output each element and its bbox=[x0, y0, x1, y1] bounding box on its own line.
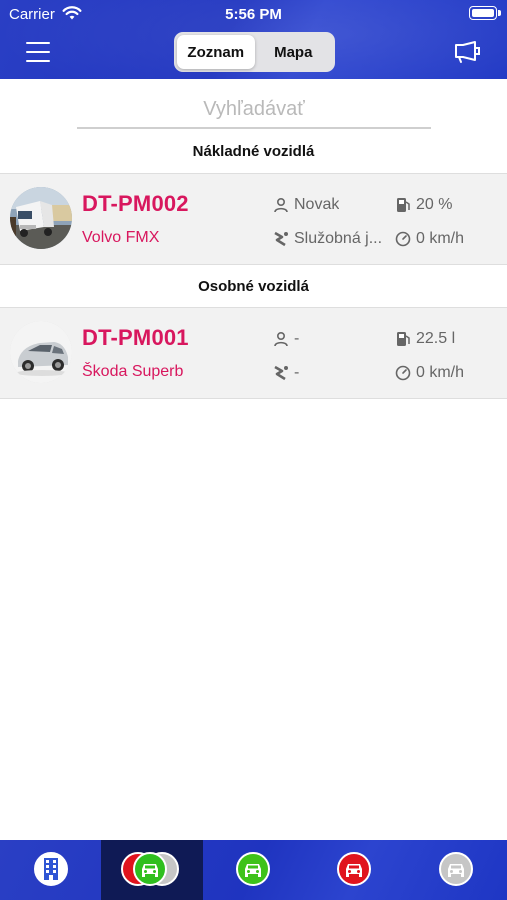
section-title-trucks: Nákladné vozidlá bbox=[192, 143, 315, 160]
vehicle-plate: DT-PM001 bbox=[82, 325, 189, 350]
segment-map[interactable]: Mapa bbox=[255, 35, 333, 69]
tab-offline-vehicles[interactable] bbox=[406, 840, 507, 900]
hamburger-icon bbox=[26, 42, 50, 44]
car-icon bbox=[337, 852, 372, 886]
person-icon bbox=[274, 197, 288, 213]
route-icon bbox=[274, 231, 288, 247]
fuel-level: 20 % bbox=[416, 196, 453, 213]
building-icon bbox=[34, 852, 68, 886]
driver-info: - bbox=[273, 330, 383, 348]
speed-value: 0 km/h bbox=[416, 364, 465, 381]
view-switch: Zoznam Mapa bbox=[174, 32, 335, 72]
car-icon bbox=[235, 852, 270, 886]
person-icon bbox=[274, 331, 288, 347]
driver-info: Novak bbox=[273, 196, 383, 214]
trip-info: Služobná j... bbox=[273, 230, 385, 248]
battery-icon bbox=[469, 6, 501, 20]
segment-list[interactable]: Zoznam bbox=[177, 35, 255, 69]
megaphone-icon[interactable] bbox=[453, 40, 481, 64]
status-time: 5:56 PM bbox=[225, 6, 282, 23]
tab-stopped-vehicles[interactable] bbox=[304, 840, 405, 900]
vehicle-model: Volvo FMX bbox=[82, 229, 160, 246]
car-icon bbox=[438, 852, 473, 886]
status-bar: Carrier 5:56 PM bbox=[0, 0, 507, 28]
car-photo bbox=[10, 321, 72, 383]
search-input[interactable] bbox=[77, 91, 431, 129]
speedometer-icon bbox=[395, 231, 411, 247]
bottom-tab-bar bbox=[0, 840, 507, 900]
driver-name: Novak bbox=[294, 196, 340, 213]
menu-button[interactable] bbox=[26, 42, 50, 62]
trip-type: Služobná j... bbox=[294, 230, 383, 247]
vehicle-plate: DT-PM002 bbox=[82, 191, 189, 216]
driver-name: - bbox=[294, 330, 300, 347]
vehicle-row[interactable]: DT-PM002 Volvo FMX Novak Služobná j... 2… bbox=[0, 173, 507, 265]
trip-info: - bbox=[273, 364, 385, 382]
route-icon bbox=[274, 365, 288, 381]
speed-value: 0 km/h bbox=[416, 230, 465, 247]
section-title-cars: Osobné vozidlá bbox=[198, 278, 309, 295]
tab-moving-vehicles[interactable] bbox=[203, 840, 304, 900]
vehicle-row[interactable]: DT-PM001 Škoda Superb - - 22.5 l 0 km/h bbox=[0, 307, 507, 399]
tab-all-vehicles[interactable] bbox=[101, 840, 203, 900]
header-bar: Carrier 5:56 PM Zoznam Mapa bbox=[0, 0, 507, 79]
speedometer-icon bbox=[395, 365, 411, 381]
speed-info: 0 km/h bbox=[395, 230, 464, 248]
fuel-info: 22.5 l bbox=[395, 330, 455, 348]
speed-info: 0 km/h bbox=[395, 364, 464, 382]
trip-type: - bbox=[294, 364, 300, 381]
tab-buildings[interactable] bbox=[0, 840, 101, 900]
vehicle-model: Škoda Superb bbox=[82, 363, 184, 380]
fuel-info: 20 % bbox=[395, 196, 452, 214]
fuel-level: 22.5 l bbox=[416, 330, 456, 347]
fuel-icon bbox=[397, 198, 410, 212]
fuel-icon bbox=[397, 332, 410, 346]
truck-photo bbox=[10, 187, 72, 249]
